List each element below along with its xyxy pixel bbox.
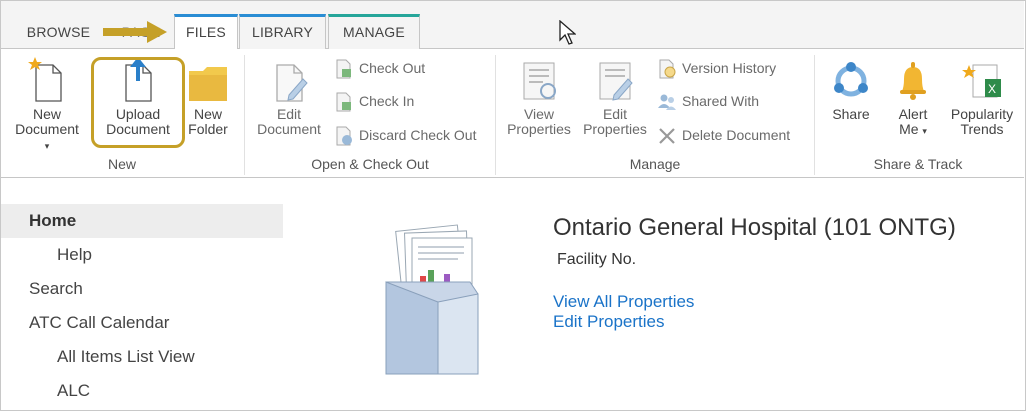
new-document-button[interactable]: New Document ▾ — [11, 57, 83, 154]
tab-files[interactable]: FILES — [174, 14, 238, 51]
popularity-trends-button[interactable]: X Popularity Trends — [945, 57, 1019, 137]
document-library-icon — [385, 224, 479, 375]
tab-browse[interactable]: BROWSE — [16, 15, 101, 51]
svg-text:X: X — [988, 82, 996, 96]
group-label-manage: Manage — [629, 156, 681, 172]
quick-launch-nav: Home Help Search ATC Call Calendar All I… — [1, 204, 283, 408]
discard-check-out-icon — [336, 126, 352, 146]
nav-item-atc-call-calendar[interactable]: ATC Call Calendar — [1, 306, 283, 340]
nav-item-all-items-list-view[interactable]: All Items List View — [1, 340, 283, 374]
alert-me-button[interactable]: Alert Me ▾ — [887, 57, 939, 139]
shared-with-icon — [658, 94, 676, 111]
group-label-open-check-out: Open & Check Out — [311, 156, 429, 172]
nav-item-alc[interactable]: ALC — [1, 374, 283, 408]
facility-label: Facility No. — [557, 251, 637, 268]
view-properties-button[interactable]: View Properties — [503, 57, 575, 137]
folder-icon — [189, 67, 227, 101]
page-title: Ontario General Hospital (101 ONTG) — [553, 214, 956, 241]
nav-item-help[interactable]: Help — [1, 238, 283, 272]
ribbon-tab-bar: BROWSE PAGE FILES LIBRARY MANAGE — [1, 1, 1024, 51]
check-out-button[interactable]: Check Out — [334, 56, 425, 80]
edit-document-button[interactable]: Edit Document — [251, 57, 327, 137]
check-in-icon — [336, 92, 351, 112]
delete-x-icon — [659, 128, 675, 145]
delete-document-button[interactable]: Delete Document — [657, 123, 790, 147]
edit-properties-link[interactable]: Edit Properties — [553, 312, 665, 332]
nav-item-home[interactable]: Home — [1, 204, 283, 238]
share-button[interactable]: Share — [823, 57, 879, 122]
edit-document-icon — [276, 64, 308, 102]
view-properties-icon — [523, 62, 556, 100]
bell-icon — [900, 62, 926, 100]
shared-with-button[interactable]: Shared With — [657, 89, 759, 113]
version-history-button[interactable]: Version History — [657, 56, 776, 80]
view-all-properties-link[interactable]: View All Properties — [553, 292, 694, 312]
group-label-share-track: Share & Track — [873, 156, 963, 172]
edit-properties-icon — [599, 62, 633, 101]
tab-library[interactable]: LIBRARY — [239, 14, 326, 50]
check-in-button[interactable]: Check In — [334, 89, 414, 113]
popularity-trends-icon: X — [962, 64, 1001, 98]
discard-check-out-button[interactable]: Discard Check Out — [334, 123, 476, 147]
edit-properties-button[interactable]: Edit Properties — [579, 57, 651, 137]
version-history-icon — [659, 59, 676, 79]
new-document-icon — [28, 57, 62, 102]
check-out-icon — [336, 59, 351, 79]
annotation-highlight-box — [91, 57, 185, 148]
annotation-arrow-icon — [103, 21, 167, 43]
group-label-new: New — [107, 156, 136, 172]
mouse-cursor-icon — [559, 20, 576, 45]
new-folder-button[interactable]: New Folder — [183, 57, 233, 137]
share-icon — [834, 62, 868, 97]
tab-manage[interactable]: MANAGE — [328, 14, 420, 50]
nav-item-search[interactable]: Search — [1, 272, 283, 306]
